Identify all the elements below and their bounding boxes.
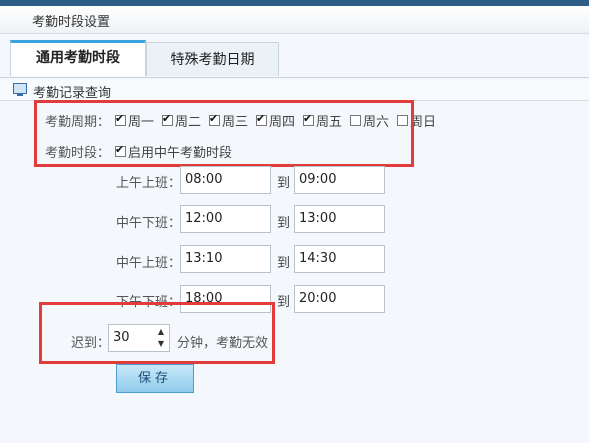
tab-general-period[interactable]: 通用考勤时段 [10, 40, 146, 76]
title-bar: 考勤时段设置 [0, 6, 589, 34]
to-label: 到 [277, 295, 291, 310]
tab-special-dates[interactable]: 特殊考勤日期 [146, 42, 279, 76]
monitor-icon [13, 83, 27, 96]
am-in-start-input[interactable]: 08:00 [180, 166, 271, 194]
section-header: 考勤记录查询 [0, 80, 589, 101]
to-label: 到 [277, 176, 291, 191]
noon-out-end-input[interactable]: 13:00 [294, 205, 385, 233]
nav-fragment [120, 0, 124, 5]
to-label: 到 [277, 256, 291, 271]
section-title: 考勤记录查询 [33, 86, 112, 101]
noon-in-start-input[interactable]: 13:10 [180, 245, 271, 273]
time-label-noon-in: 中午上班： [116, 256, 182, 271]
time-label-am-in: 上午上班： [116, 176, 182, 191]
save-button[interactable]: 保存 [116, 364, 194, 393]
noon-in-end-input[interactable]: 14:30 [294, 245, 385, 273]
to-label: 到 [277, 216, 291, 231]
time-label-noon-out: 中午下班： [116, 216, 182, 231]
highlight-box-week [34, 100, 414, 167]
tab-bar: 通用考勤时段 特殊考勤日期 [0, 40, 589, 78]
pm-out-end-input[interactable]: 20:00 [294, 285, 385, 313]
am-in-end-input[interactable]: 09:00 [294, 166, 385, 194]
noon-out-start-input[interactable]: 12:00 [180, 205, 271, 233]
window-title: 考勤时段设置 [32, 15, 111, 30]
highlight-box-late [39, 302, 275, 364]
